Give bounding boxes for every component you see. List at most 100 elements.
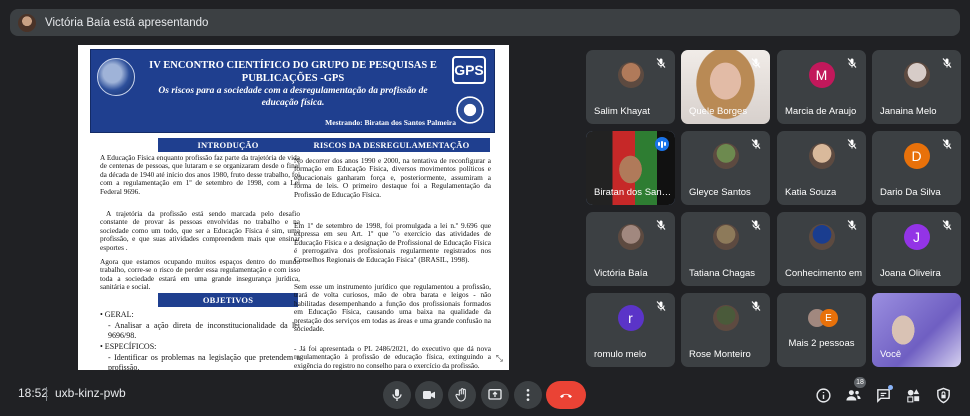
meeting-info-button[interactable] <box>812 384 834 406</box>
participant-tile[interactable]: D Dario Da Silva <box>872 131 961 205</box>
mic-off-icon <box>941 137 953 149</box>
mic-off-icon <box>941 56 953 68</box>
mic-off-icon <box>655 218 667 230</box>
objective-specific: • ESPECÍFICOS: <box>100 342 157 351</box>
people-count-badge: 18 <box>854 377 866 388</box>
participant-avatar <box>903 62 930 88</box>
participant-tile[interactable]: E Mais 2 pessoas <box>777 293 866 367</box>
mic-off-icon <box>846 137 858 149</box>
participant-avatar <box>712 143 739 169</box>
participant-name: Janaina Melo <box>880 106 937 117</box>
gps-logo: GPS <box>452 56 486 84</box>
mic-off-icon <box>750 299 762 311</box>
resize-arrows-icon[interactable]: ⤡ <box>496 353 503 364</box>
shapes-icon <box>906 388 919 402</box>
activities-button[interactable] <box>902 384 924 406</box>
participant-avatar <box>712 224 739 250</box>
participant-avatar <box>617 62 644 88</box>
host-controls-button[interactable] <box>932 384 954 406</box>
participant-avatar: E <box>819 309 838 327</box>
slide-subtitle: Os riscos para a sociedade com a desregu… <box>158 86 428 108</box>
leave-call-button[interactable] <box>546 381 586 409</box>
participant-avatar: J <box>903 224 930 250</box>
participant-avatar: M <box>808 62 835 88</box>
camera-button[interactable] <box>415 381 443 409</box>
mic-off-icon <box>941 218 953 230</box>
participant-name: Biratan dos Santos <box>594 187 672 198</box>
seal-logo-icon <box>456 96 484 124</box>
globe-logo-icon <box>97 58 135 96</box>
slide-title: IV ENCONTRO CIENTÍFICO DO GRUPO DE PESQU… <box>149 60 437 84</box>
participant-name: Dario Da Silva <box>880 187 941 198</box>
participant-avatar <box>808 224 835 250</box>
shared-screen: IV ENCONTRO CIENTÍFICO DO GRUPO DE PESQU… <box>78 45 509 370</box>
more-options-button[interactable] <box>514 381 542 409</box>
people-icon <box>845 389 861 400</box>
participant-name: Katia Souza <box>785 187 837 198</box>
meeting-code[interactable]: uxb-kinz-pwb <box>55 386 126 400</box>
participant-avatar: D <box>903 143 930 169</box>
participant-tile[interactable]: Você <box>872 293 961 367</box>
participant-name: Victória Baía <box>594 268 648 279</box>
risks-paragraph-2: Em 1º de setembro de 1998, foi promulgad… <box>294 221 491 264</box>
participant-tile[interactable]: Salim Khayat <box>586 50 675 124</box>
participant-name: romulo melo <box>594 349 647 360</box>
participant-name: Gleyce Santos <box>689 187 751 198</box>
mic-off-icon <box>750 137 762 149</box>
shield-lock-icon <box>936 387 950 403</box>
risks-heading: RISCOS DA DESREGULAMENTAÇÃO <box>293 138 490 152</box>
risks-paragraph-4: - Já foi apresentada o PL 2486/2021, do … <box>294 344 491 370</box>
chat-button[interactable] <box>872 384 894 406</box>
mic-off-icon <box>655 56 667 68</box>
info-icon <box>815 387 831 403</box>
participant-tile[interactable]: Gleyce Santos <box>681 131 770 205</box>
participant-name: Marcia de Araujo <box>785 106 857 117</box>
participant-tile[interactable]: Janaina Melo <box>872 50 961 124</box>
slide-author: Mestrando: Biratan dos Santos Palmeira <box>325 118 456 127</box>
mic-off-icon <box>846 218 858 230</box>
intro-paragraph-2: A trajetória da profissão está sendo mar… <box>100 209 300 252</box>
intro-paragraph-3: Agora que estamos ocupando muitos espaço… <box>100 257 300 292</box>
hand-icon <box>455 388 466 402</box>
mic-off-icon <box>846 56 858 68</box>
presenter-text: Victória Baía está apresentando <box>45 16 209 29</box>
raise-hand-button[interactable] <box>448 381 476 409</box>
participant-tile[interactable]: Conhecimento em <box>777 212 866 286</box>
participant-tile[interactable]: Rose Monteiro <box>681 293 770 367</box>
presenter-banner: Victória Baía está apresentando <box>10 9 960 36</box>
people-button[interactable]: 18 <box>842 377 866 406</box>
participant-tile[interactable]: Biratan dos Santos <box>586 131 675 205</box>
microphone-button[interactable] <box>383 381 411 409</box>
microphone-icon <box>392 389 402 401</box>
speaking-indicator-icon <box>655 137 669 151</box>
risks-paragraph-1: No decorrer dos anos 1990 e 2000, na ten… <box>294 156 491 199</box>
participant-avatar <box>712 305 739 331</box>
participant-tile[interactable]: M Marcia de Araujo <box>777 50 866 124</box>
mic-off-icon <box>655 299 667 311</box>
participant-name: Quele Borges <box>689 106 748 117</box>
participant-avatar <box>617 224 644 250</box>
camera-icon <box>423 391 435 399</box>
participant-name: Conhecimento em <box>785 268 863 279</box>
objective-specific-text: - Identificar os problemas na legislação… <box>108 353 300 370</box>
chat-notification-dot <box>888 385 893 390</box>
participant-tile[interactable]: Katia Souza <box>777 131 866 205</box>
intro-paragraph-1: A Educação Física enquanto profissão faz… <box>100 153 300 196</box>
participant-name: Você <box>880 349 902 360</box>
more-vert-icon <box>526 389 530 401</box>
objectives-heading: OBJETIVOS <box>158 293 298 307</box>
present-screen-button[interactable] <box>481 381 509 409</box>
mic-off-icon <box>750 218 762 230</box>
participant-tile[interactable]: Victória Baía <box>586 212 675 286</box>
participant-name: Salim Khayat <box>594 106 650 117</box>
participant-name: Rose Monteiro <box>689 349 751 360</box>
participant-tile[interactable]: Quele Borges <box>681 50 770 124</box>
participant-tile[interactable]: J Joana Oliveira <box>872 212 961 286</box>
divider <box>46 387 47 401</box>
objective-general: • GERAL: <box>100 310 134 319</box>
intro-heading: INTRODUÇÃO <box>158 138 298 152</box>
objective-general-text: - Analisar a ação direta de inconstituci… <box>108 321 300 340</box>
participant-tile[interactable]: Tatiana Chagas <box>681 212 770 286</box>
participant-tile[interactable]: r romulo melo <box>586 293 675 367</box>
participant-name: Tatiana Chagas <box>689 268 756 279</box>
